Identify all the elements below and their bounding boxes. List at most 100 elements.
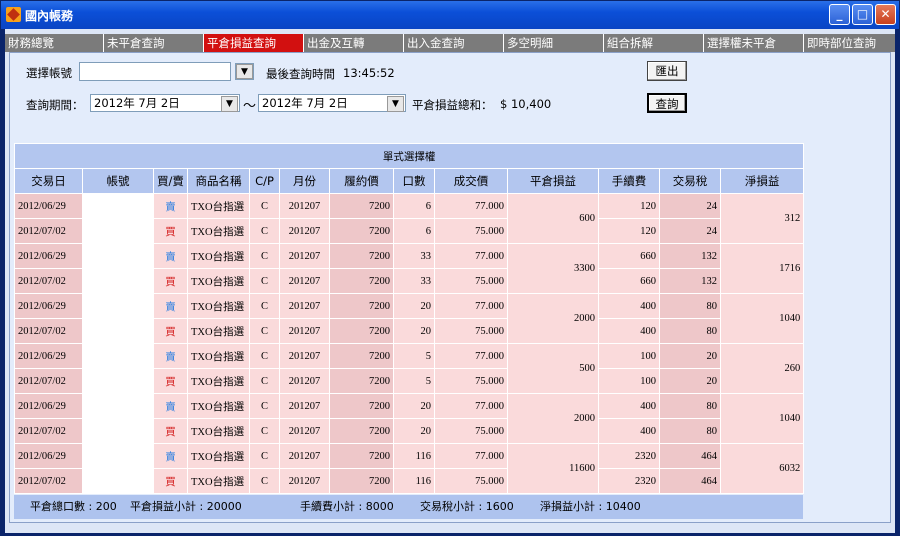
table-row[interactable]: 2012/06/29 賣 TXO台指選 C 201207 7200 20 77.000 2000… <box>14 393 805 444</box>
net-pnl-cell: 312 <box>719 193 805 244</box>
column-header[interactable]: 口數 <box>393 168 435 194</box>
column-header[interactable]: 買/賣 <box>153 168 188 194</box>
strike-cell: 7200 <box>329 218 394 244</box>
fee-cell: 120 <box>598 218 660 244</box>
trade-date-cell: 2012/07/02 <box>14 218 83 244</box>
side-cell: 賣 <box>153 393 188 419</box>
tab-realtime-position[interactable]: 即時部位查詢 <box>804 34 895 52</box>
column-header[interactable]: 交易日 <box>14 168 83 194</box>
month-cell: 201207 <box>279 268 330 294</box>
tax-cell: 24 <box>659 193 721 219</box>
minimize-button[interactable]: _ <box>829 4 850 25</box>
column-header[interactable]: 月份 <box>279 168 330 194</box>
maximize-button[interactable]: □ <box>852 4 873 25</box>
column-header[interactable]: 履約價 <box>329 168 394 194</box>
lots-cell: 116 <box>393 443 435 469</box>
tab-closed-pnl[interactable]: 平倉損益查詢 <box>204 34 304 52</box>
net-pnl-cell: 1040 <box>719 393 805 444</box>
tab-option-open[interactable]: 選擇權未平倉 <box>704 34 804 52</box>
account-cell <box>82 343 154 394</box>
table-row[interactable]: 2012/06/29 賣 TXO台指選 C 201207 7200 5 77.000 500 10… <box>14 343 805 394</box>
closed-pnl-cell: 2000 <box>507 293 599 344</box>
lots-cell: 33 <box>393 243 435 269</box>
product-cell: TXO台指選 <box>187 293 250 319</box>
column-header[interactable]: 成交價 <box>434 168 508 194</box>
strike-cell: 7200 <box>329 193 394 219</box>
price-cell: 75.000 <box>434 418 508 444</box>
month-cell: 201207 <box>279 318 330 344</box>
cp-cell: C <box>249 318 280 344</box>
close-button[interactable]: ✕ <box>875 4 896 25</box>
account-dropdown-button[interactable]: ▼ <box>235 63 254 80</box>
product-cell: TXO台指選 <box>187 393 250 419</box>
price-cell: 77.000 <box>434 393 508 419</box>
table-body: 2012/06/29 賣 TXO台指選 C 201207 7200 6 77.000 600 12… <box>14 193 805 494</box>
tab-long-short-detail[interactable]: 多空明細 <box>504 34 604 52</box>
column-header[interactable]: 手續費 <box>598 168 660 194</box>
table-row[interactable]: 2012/06/29 賣 TXO台指選 C 201207 7200 20 77.000 2000… <box>14 293 805 344</box>
trade-date-cell: 2012/06/29 <box>14 393 83 419</box>
tab-finance-overview[interactable]: 財務總覽 <box>5 34 104 52</box>
product-cell: TXO台指選 <box>187 193 250 219</box>
month-cell: 201207 <box>279 393 330 419</box>
column-header[interactable]: 交易稅 <box>659 168 721 194</box>
title-bar[interactable]: 國內帳務 _ □ ✕ <box>1 1 899 29</box>
net-pnl-cell: 260 <box>719 343 805 394</box>
column-header[interactable]: 平倉損益 <box>507 168 599 194</box>
month-cell: 201207 <box>279 343 330 369</box>
table-caption: 單式選擇權 <box>13 143 805 169</box>
side-cell: 買 <box>153 318 188 344</box>
side-cell: 買 <box>153 218 188 244</box>
lots-cell: 5 <box>393 343 435 369</box>
tab-withdraw-transfer[interactable]: 出金及互轉 <box>304 34 404 52</box>
cp-cell: C <box>249 468 280 494</box>
date-to-picker[interactable]: 2012年 7月 2日 ▼ <box>258 94 406 112</box>
price-cell: 77.000 <box>434 193 508 219</box>
column-header[interactable]: 淨損益 <box>719 168 805 194</box>
table-row[interactable]: 2012/06/29 賣 TXO台指選 C 201207 7200 6 77.000 600 12… <box>14 193 805 244</box>
column-header[interactable]: C/P <box>249 168 280 194</box>
trade-date-cell: 2012/07/02 <box>14 268 83 294</box>
price-cell: 77.000 <box>434 293 508 319</box>
summary-net: 淨損益小計 : 10400 <box>540 500 641 513</box>
fee-cell: 400 <box>598 318 660 344</box>
results-grid: 單式選擇權 交易日 帳號 買/賣 商品名稱 C/P 月份 履約價 口數 成交價 … <box>13 143 805 494</box>
query-button[interactable]: 查詢 <box>647 93 687 113</box>
column-header[interactable]: 帳號 <box>82 168 154 194</box>
cp-cell: C <box>249 193 280 219</box>
column-header[interactable]: 商品名稱 <box>187 168 250 194</box>
date-range-separator: ～ <box>243 99 257 114</box>
tab-open-positions[interactable]: 未平倉查詢 <box>104 34 204 52</box>
fee-cell: 100 <box>598 343 660 369</box>
cp-cell: C <box>249 243 280 269</box>
date-from-picker[interactable]: 2012年 7月 2日 ▼ <box>90 94 240 112</box>
tax-cell: 20 <box>659 368 721 394</box>
fee-cell: 120 <box>598 193 660 219</box>
month-cell: 201207 <box>279 468 330 494</box>
tab-deposit-query[interactable]: 出入金查詢 <box>404 34 504 52</box>
lots-cell: 116 <box>393 468 435 494</box>
calendar-dropdown-icon[interactable]: ▼ <box>387 96 404 112</box>
export-button[interactable]: 匯出 <box>647 61 687 81</box>
table-row[interactable]: 2012/06/29 賣 TXO台指選 C 201207 7200 33 77.000 3300… <box>14 243 805 294</box>
product-cell: TXO台指選 <box>187 243 250 269</box>
tab-combo-split[interactable]: 組合拆解 <box>604 34 704 52</box>
trade-date-cell: 2012/07/02 <box>14 368 83 394</box>
date-to-value: 2012年 7月 2日 <box>262 96 348 110</box>
side-cell: 賣 <box>153 443 188 469</box>
content-panel: 選擇帳號 ▼ 最後查詢時間 13:45:52 匯出 查詢期間： 2012年 7月… <box>9 52 891 523</box>
lots-cell: 33 <box>393 268 435 294</box>
month-cell: 201207 <box>279 443 330 469</box>
account-label: 選擇帳號 <box>26 66 72 80</box>
fee-cell: 400 <box>598 418 660 444</box>
month-cell: 201207 <box>279 418 330 444</box>
calendar-dropdown-icon[interactable]: ▼ <box>221 96 238 112</box>
cp-cell: C <box>249 393 280 419</box>
product-cell: TXO台指選 <box>187 468 250 494</box>
strike-cell: 7200 <box>329 418 394 444</box>
account-select[interactable] <box>79 62 231 81</box>
table-row[interactable]: 2012/06/29 賣 TXO台指選 C 201207 7200 116 77.000 116… <box>14 443 805 494</box>
trade-date-cell: 2012/06/29 <box>14 443 83 469</box>
app-window: 國內帳務 _ □ ✕ 財務總覽 未平倉查詢 平倉損益查詢 出金及互轉 出入金查詢… <box>0 0 900 536</box>
last-query-time: 13:45:52 <box>343 66 395 80</box>
